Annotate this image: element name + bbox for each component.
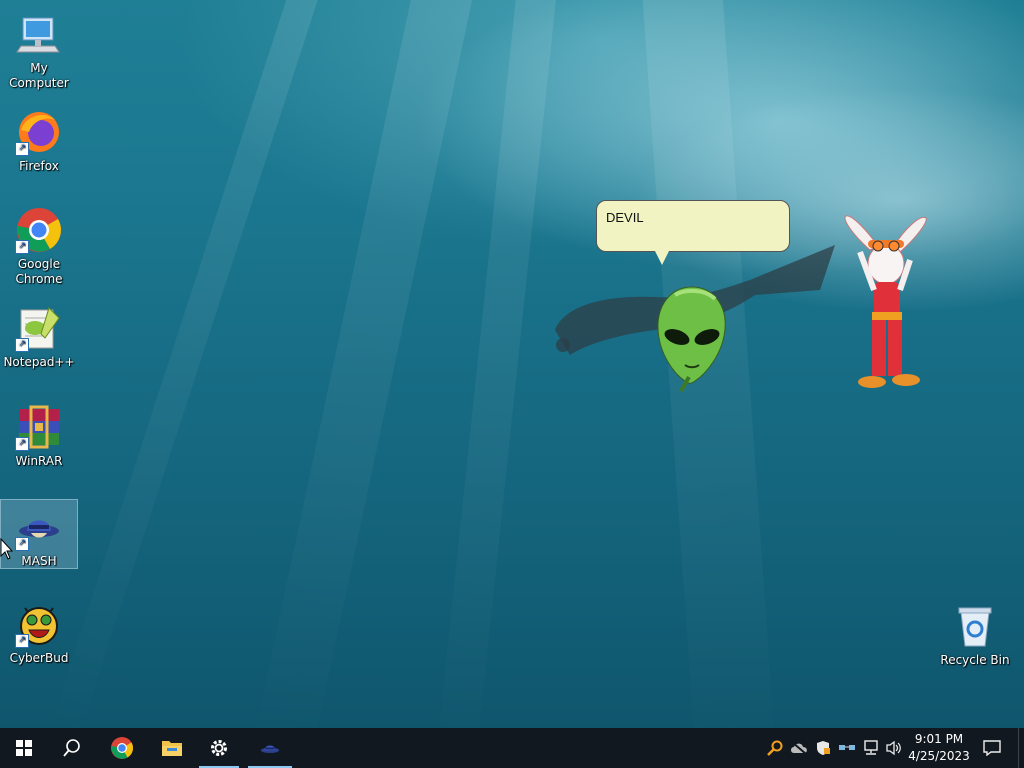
desktop-icon-google-chrome[interactable]: ↗ Google Chrome	[1, 200, 77, 287]
search-icon	[63, 739, 80, 757]
shield-icon	[817, 741, 830, 755]
shortcut-arrow-icon: ↗	[15, 437, 29, 451]
shortcut-arrow-icon: ↗	[15, 537, 29, 551]
search-button[interactable]	[48, 728, 96, 768]
mash-icon	[260, 745, 280, 754]
rabbit-character[interactable]	[840, 212, 928, 394]
notepad-plus-plus-icon: ↗	[15, 304, 63, 352]
tray-security-button[interactable]	[812, 728, 834, 768]
shortcut-arrow-icon: ↗	[15, 338, 29, 352]
shortcut-arrow-icon: ↗	[15, 240, 29, 254]
action-center-button[interactable]	[978, 728, 1006, 768]
desktop-icon-notepad-plus-plus[interactable]: ↗ Notepad++	[1, 298, 77, 370]
desktop-icon-firefox[interactable]: ↗ Firefox	[1, 102, 77, 174]
taskbar-clock[interactable]: 9:01 PM 4/25/2023	[904, 731, 974, 765]
taskbar: 9:01 PM 4/25/2023	[0, 728, 1024, 768]
desktop-icon-winrar[interactable]: ↗ WinRAR	[1, 397, 77, 469]
start-button[interactable]	[0, 728, 48, 768]
magnifier-icon	[767, 740, 783, 756]
file-explorer-icon	[162, 741, 182, 756]
desktop-icon-cyberbud[interactable]: ↗ CyberBud	[1, 594, 77, 666]
taskbar-file-explorer-button[interactable]	[148, 728, 196, 768]
light-ray	[434, 0, 560, 728]
network-icon	[864, 740, 878, 755]
desktop-icon-label: Google Chrome	[15, 257, 63, 286]
desktop-icon-recycle-bin[interactable]: Recycle Bin	[937, 596, 1013, 668]
cloud-offline-icon	[791, 741, 807, 755]
desktop-icon-label: WinRAR	[15, 454, 63, 468]
computer-icon	[15, 10, 63, 58]
clock-date: 4/25/2023	[908, 749, 970, 763]
chrome-icon: ↗	[15, 206, 63, 254]
desktop-icon-label: Notepad++	[3, 355, 75, 369]
tray-onedrive-button[interactable]	[788, 728, 810, 768]
light-ray	[250, 0, 480, 728]
agent-speech-text: DEVIL	[606, 210, 644, 225]
recycle-bin-icon	[951, 602, 999, 650]
shortcut-arrow-icon: ↗	[15, 634, 29, 648]
mash-icon: ↗	[15, 503, 63, 551]
winrar-icon: ↗	[15, 403, 63, 451]
desktop-icon-label: CyberBud	[9, 651, 69, 665]
tray-network-button[interactable]	[860, 728, 882, 768]
clock-time: 9:01 PM	[914, 732, 964, 746]
firefox-icon: ↗	[15, 108, 63, 156]
shortcut-arrow-icon: ↗	[15, 142, 29, 156]
settings-icon	[211, 740, 227, 756]
desktop-icon-label: My Computer	[9, 61, 69, 90]
alien-head-character[interactable]	[655, 285, 730, 395]
speaker-icon	[886, 740, 901, 756]
desktop-icon-label: Firefox	[19, 159, 59, 173]
tray-volume-button[interactable]	[883, 728, 905, 768]
tray-agent-button[interactable]	[836, 728, 858, 768]
taskbar-settings-button[interactable]	[197, 728, 241, 768]
desktop[interactable]: My Computer ↗ Firefox ↗ Google Chrome ↗ …	[0, 0, 1024, 728]
cyberbud-icon: ↗	[15, 600, 63, 648]
tray-magnifier-button[interactable]	[764, 728, 786, 768]
desktop-icon-label: Recycle Bin	[940, 653, 1010, 667]
show-desktop-button[interactable]	[1018, 728, 1024, 768]
notification-icon	[983, 740, 1001, 756]
chrome-icon	[111, 737, 133, 759]
taskbar-mash-button[interactable]	[246, 728, 294, 768]
windows-start-icon	[16, 740, 32, 756]
glasses-icon	[839, 745, 855, 750]
speech-bubble-tail	[655, 251, 669, 265]
desktop-icon-my-computer[interactable]: My Computer	[1, 4, 77, 91]
mouse-cursor-icon	[0, 538, 14, 560]
agent-speech-bubble: DEVIL	[596, 200, 790, 252]
taskbar-chrome-button[interactable]	[98, 728, 146, 768]
